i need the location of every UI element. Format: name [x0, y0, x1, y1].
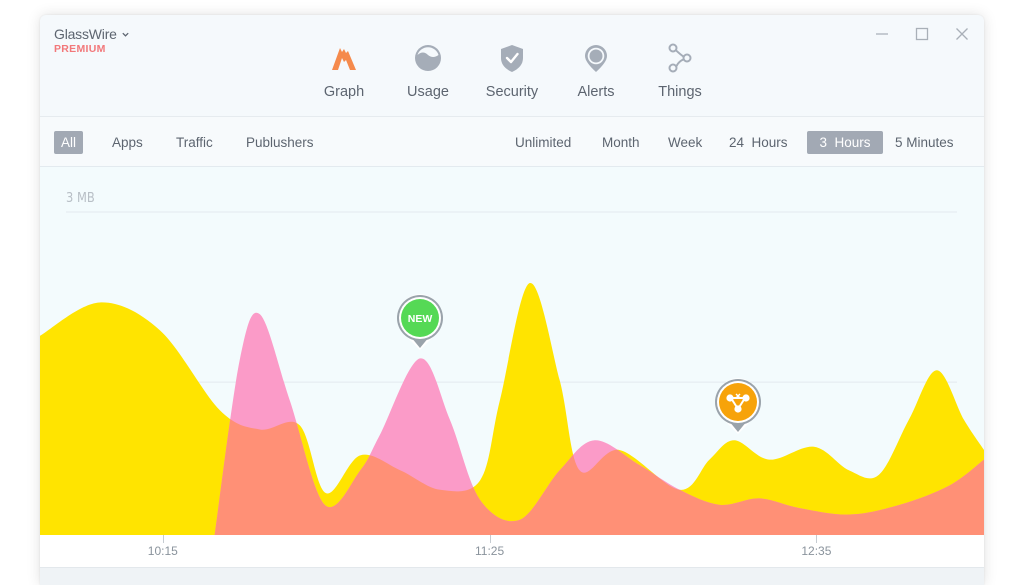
traffic-graph-svg: [40, 211, 984, 535]
filter-all[interactable]: All: [54, 131, 84, 154]
shield-check-icon: [496, 42, 528, 74]
y-axis-label-3mb: 3 MB: [66, 190, 95, 206]
app-name: GlassWire: [54, 26, 117, 42]
footer-bar: [40, 568, 984, 585]
marker-label: NEW: [408, 313, 433, 325]
nav-tab-label: Alerts: [577, 84, 615, 100]
range-unlimited[interactable]: Unlimited: [508, 131, 578, 154]
maximize-icon: [915, 27, 929, 41]
nav-tab-label: Security: [485, 84, 539, 100]
x-axis-label: 10:15: [147, 544, 178, 558]
range-24-hours[interactable]: 24 Hours: [722, 131, 795, 154]
minimize-icon: [876, 33, 888, 35]
window-controls: [870, 24, 974, 44]
range-5-minutes[interactable]: 5 Minutes: [888, 131, 961, 154]
app-menu-button[interactable]: GlassWire: [54, 26, 130, 42]
nav-tab-label: Graph: [323, 84, 365, 100]
nav-tab-label: Usage: [407, 84, 449, 100]
x-axis-label: 12:35: [801, 544, 832, 558]
new-app-marker[interactable]: NEW: [394, 292, 446, 352]
map-pin-icon: [580, 42, 612, 74]
minimize-button[interactable]: [870, 24, 894, 44]
series-area-traffic-a: [40, 282, 984, 535]
range-week[interactable]: Week: [661, 131, 709, 154]
maximize-button[interactable]: [910, 24, 934, 44]
main-nav: Graph Usage Security Alerts Things: [302, 42, 722, 118]
brand: GlassWire PREMIUM: [54, 26, 130, 55]
x-axis-tick: [162, 535, 164, 543]
nav-tab-graph[interactable]: Graph: [302, 42, 386, 118]
new-device-marker[interactable]: [712, 376, 764, 436]
range-month[interactable]: Month: [595, 131, 647, 154]
chevron-down-icon: [122, 32, 129, 37]
close-icon: [956, 28, 968, 40]
nav-tab-alerts[interactable]: Alerts: [554, 42, 638, 117]
close-button[interactable]: [950, 24, 974, 44]
graph-mountain-icon: [328, 42, 360, 74]
app-window: GlassWire PREMIUM Graph Usage Security A…: [40, 15, 984, 585]
filter-apps[interactable]: Apps: [105, 131, 150, 154]
filter-traffic[interactable]: Traffic: [169, 131, 220, 154]
nav-tab-things[interactable]: Things: [638, 42, 722, 117]
usage-gauge-icon: [412, 42, 444, 74]
traffic-graph[interactable]: 3 MB NEW: [40, 167, 984, 535]
range-3-hours[interactable]: 3 Hours: [807, 131, 883, 154]
connected-nodes-icon: [664, 42, 696, 74]
x-axis: 10:15 11:25 12:35: [40, 535, 984, 568]
premium-badge: PREMIUM: [54, 43, 106, 55]
nav-tab-security[interactable]: Security: [470, 42, 554, 117]
nav-tab-label: Things: [658, 84, 702, 100]
filter-publishers[interactable]: Publushers: [239, 131, 321, 154]
filter-bar: All Apps Traffic Publushers Unlimited Mo…: [40, 117, 984, 167]
x-axis-tick: [489, 535, 491, 543]
x-axis-tick: [816, 535, 818, 543]
nav-tab-usage[interactable]: Usage: [386, 42, 470, 117]
x-axis-label: 11:25: [475, 544, 505, 558]
